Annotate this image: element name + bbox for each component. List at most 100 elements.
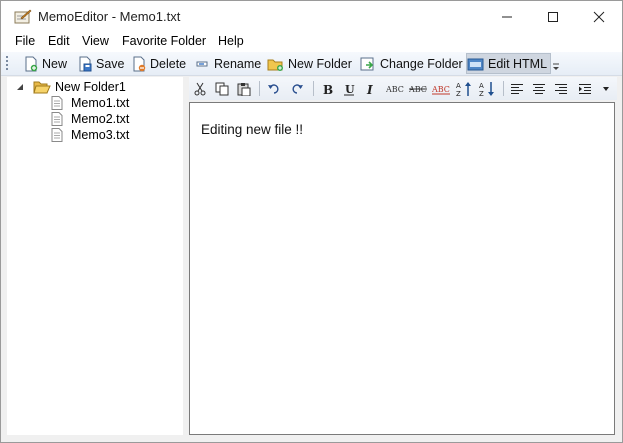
undo-icon xyxy=(268,83,279,94)
edit-html-button-label: Edit HTML xyxy=(488,56,548,71)
tree-file-label: Memo3.txt xyxy=(71,128,130,142)
minimize-icon xyxy=(502,16,512,17)
format-toolbar-overflow[interactable] xyxy=(599,80,613,97)
italic-icon: I xyxy=(366,83,373,96)
svg-text:Z: Z xyxy=(456,90,461,97)
indent-icon xyxy=(579,83,591,94)
format-toolbar-separator xyxy=(313,81,314,96)
svg-text:B: B xyxy=(323,83,333,96)
redo-icon xyxy=(292,83,303,94)
menu-file[interactable]: File xyxy=(15,34,35,48)
folder-tree[interactable]: New Folder1 Memo1.txt Memo2.txt Memo3.tx… xyxy=(7,77,183,435)
sort-descending-button[interactable]: AZ xyxy=(477,80,497,97)
sort-ascending-button[interactable]: AZ xyxy=(454,80,474,97)
svg-text:Z: Z xyxy=(479,90,484,97)
save-button-label: Save xyxy=(96,56,125,71)
align-center-icon xyxy=(533,83,545,94)
tree-file-node[interactable]: Memo3.txt xyxy=(51,128,129,142)
delete-icon xyxy=(133,56,146,71)
html-editor-icon xyxy=(467,58,484,70)
maximize-icon xyxy=(548,11,558,22)
menu-edit[interactable]: Edit xyxy=(48,34,70,48)
text-file-icon xyxy=(51,128,63,142)
tree-file-label: Memo2.txt xyxy=(71,112,130,126)
paste-button[interactable] xyxy=(234,80,254,97)
rename-button[interactable]: Rename xyxy=(195,54,261,73)
rename-button-label: Rename xyxy=(214,56,262,71)
menu-bar: File Edit View Favorite Folder Help xyxy=(1,32,622,52)
svg-text:A: A xyxy=(479,82,484,90)
main-toolbar: New Save Delete Rename New Folder Change… xyxy=(1,52,622,76)
copy-icon xyxy=(215,82,229,95)
cut-icon xyxy=(194,82,206,95)
minimize-button[interactable] xyxy=(484,1,530,32)
tree-file-label: Memo1.txt xyxy=(71,96,130,110)
tree-file-node[interactable]: Memo1.txt xyxy=(51,96,129,110)
new-button[interactable]: New xyxy=(23,54,67,73)
rename-icon xyxy=(196,61,208,66)
menu-help[interactable]: Help xyxy=(218,34,244,48)
toolbar-grip[interactable] xyxy=(6,56,8,71)
tree-file-node[interactable]: Memo2.txt xyxy=(51,112,129,126)
tree-folder-node[interactable]: New Folder1 xyxy=(15,80,126,94)
save-icon xyxy=(79,56,92,71)
new-folder-button-label: New Folder xyxy=(288,56,352,71)
svg-text:A: A xyxy=(456,82,461,90)
new-folder-button[interactable]: New Folder xyxy=(267,54,352,73)
align-left-button[interactable] xyxy=(507,80,527,97)
svg-text:U: U xyxy=(345,83,355,96)
svg-text:ABC: ABC xyxy=(432,85,450,94)
format-toolbar: B U I ABC ABC ABC AZ AZ xyxy=(189,77,617,100)
sort-ascending-icon: AZ xyxy=(456,81,471,97)
editor-content[interactable]: Editing new file !! xyxy=(201,122,303,137)
toolbar-overflow-icon[interactable] xyxy=(551,60,561,72)
delete-button-label: Delete xyxy=(150,56,187,71)
collapse-arrow-icon[interactable] xyxy=(15,82,25,92)
bold-button[interactable]: B xyxy=(317,80,337,97)
close-icon xyxy=(593,11,605,22)
chevron-down-icon xyxy=(603,86,609,91)
folder-open-icon xyxy=(33,81,51,94)
html-editor-area[interactable]: Editing new file !! xyxy=(189,102,615,435)
underline-button[interactable]: U xyxy=(339,80,359,97)
strikethrough-icon: ABC xyxy=(409,85,427,94)
small-caps-button[interactable]: ABC xyxy=(385,80,405,97)
font-color-icon: ABC xyxy=(432,85,450,94)
text-file-icon xyxy=(51,96,63,110)
maximize-button[interactable] xyxy=(530,1,576,32)
bold-icon: B xyxy=(323,83,333,96)
small-caps-icon: ABC xyxy=(386,85,404,94)
panel-splitter[interactable] xyxy=(183,77,188,435)
align-center-button[interactable] xyxy=(529,80,549,97)
cut-button[interactable] xyxy=(190,80,210,97)
close-button[interactable] xyxy=(576,1,622,32)
copy-button[interactable] xyxy=(212,80,232,97)
undo-button[interactable] xyxy=(264,80,284,97)
menu-favorite-folder[interactable]: Favorite Folder xyxy=(122,34,206,48)
change-folder-icon xyxy=(360,57,374,70)
italic-button[interactable]: I xyxy=(361,80,381,97)
format-toolbar-separator xyxy=(503,81,504,96)
change-folder-button[interactable]: Change Folder xyxy=(359,54,463,73)
save-button[interactable]: Save xyxy=(77,54,125,73)
align-left-icon xyxy=(511,83,523,94)
paste-icon xyxy=(237,82,251,96)
text-file-icon xyxy=(51,112,63,126)
redo-button[interactable] xyxy=(287,80,307,97)
menu-view[interactable]: View xyxy=(82,34,109,48)
align-right-button[interactable] xyxy=(551,80,571,97)
indent-button[interactable] xyxy=(575,80,595,97)
new-file-icon xyxy=(25,56,38,71)
svg-text:ABC: ABC xyxy=(386,85,404,94)
new-button-label: New xyxy=(42,56,68,71)
notepad-app-icon xyxy=(14,9,32,25)
change-folder-button-label: Change Folder xyxy=(380,56,463,71)
format-toolbar-separator xyxy=(259,81,260,96)
title-bar: MemoEditor - Memo1.txt xyxy=(1,1,622,32)
strikethrough-button[interactable]: ABC xyxy=(408,80,428,97)
delete-button[interactable]: Delete xyxy=(131,54,186,73)
new-folder-icon xyxy=(267,59,283,71)
edit-html-button[interactable]: Edit HTML xyxy=(465,53,552,74)
font-color-button[interactable]: ABC xyxy=(431,80,451,97)
window-title: MemoEditor - Memo1.txt xyxy=(38,9,181,24)
